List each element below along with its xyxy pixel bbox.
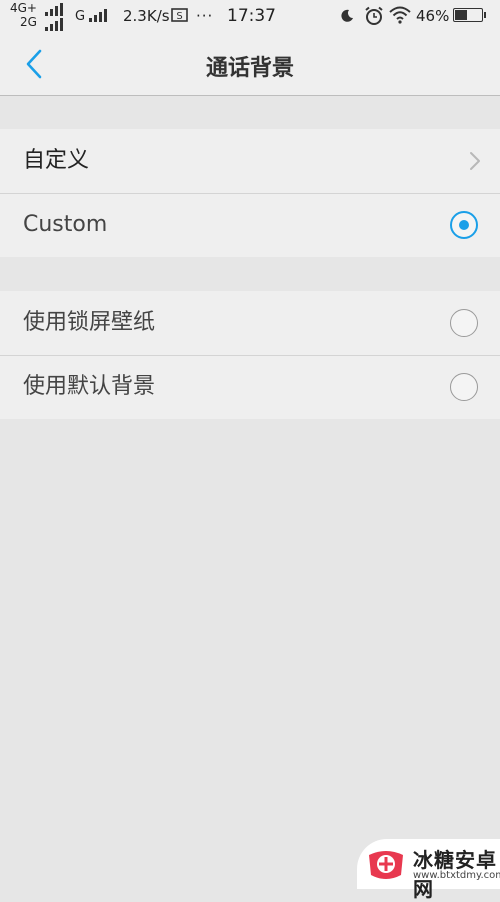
- list-item-lockscreen-wallpaper[interactable]: 使用锁屏壁纸: [0, 291, 500, 355]
- radio-unchecked-icon[interactable]: [450, 309, 478, 337]
- list-item-label: 使用默认背景: [23, 374, 156, 399]
- list-item-default-background[interactable]: 使用默认背景: [0, 355, 500, 419]
- alarm-icon: [365, 6, 383, 25]
- gamepad-logo-icon: [369, 851, 403, 879]
- preset-background-group: 使用锁屏壁纸 使用默认背景: [0, 291, 500, 419]
- title-bar: 通话背景: [0, 33, 500, 96]
- list-item-label: 使用锁屏壁纸: [23, 310, 156, 335]
- do-not-disturb-moon-icon: [341, 9, 353, 22]
- network-g-label: G: [75, 9, 86, 24]
- wifi-icon: [389, 6, 411, 24]
- signal-strength-icon-3: [89, 9, 107, 22]
- radio-unchecked-icon[interactable]: [450, 373, 478, 401]
- clock: 17:37: [227, 6, 276, 26]
- watermark-url: www.btxtdmy.com: [413, 870, 500, 881]
- battery-percent: 46%: [416, 7, 450, 25]
- screenshot-icon: S: [171, 8, 188, 22]
- status-bar: 4G+ 2G G 2.3K/s S ··· 17:37 46%: [0, 0, 500, 33]
- list-item-custom-setting[interactable]: 自定义: [0, 129, 500, 193]
- network-type: 4G+ 2G: [10, 1, 40, 29]
- signal-strength-icon-2: [45, 18, 63, 31]
- list-item-label: 自定义: [23, 148, 90, 173]
- battery-icon: [453, 8, 486, 22]
- network-type-secondary: 2G: [20, 15, 37, 29]
- signal-strength-icon: [45, 3, 63, 16]
- radio-checked-icon[interactable]: [450, 211, 478, 239]
- svg-text:S: S: [176, 11, 182, 22]
- custom-background-group: 自定义 Custom: [0, 129, 500, 257]
- site-watermark: 冰糖安卓网 www.btxtdmy.com: [357, 839, 500, 901]
- page-title: 通话背景: [205, 56, 294, 81]
- list-item-label: Custom: [23, 212, 108, 237]
- more-notifications-icon: ···: [196, 7, 214, 25]
- chevron-right-icon: [470, 152, 480, 170]
- list-item-custom[interactable]: Custom: [0, 193, 500, 257]
- network-speed: 2.3K/s: [123, 7, 170, 25]
- network-type-primary: 4G+: [10, 1, 37, 15]
